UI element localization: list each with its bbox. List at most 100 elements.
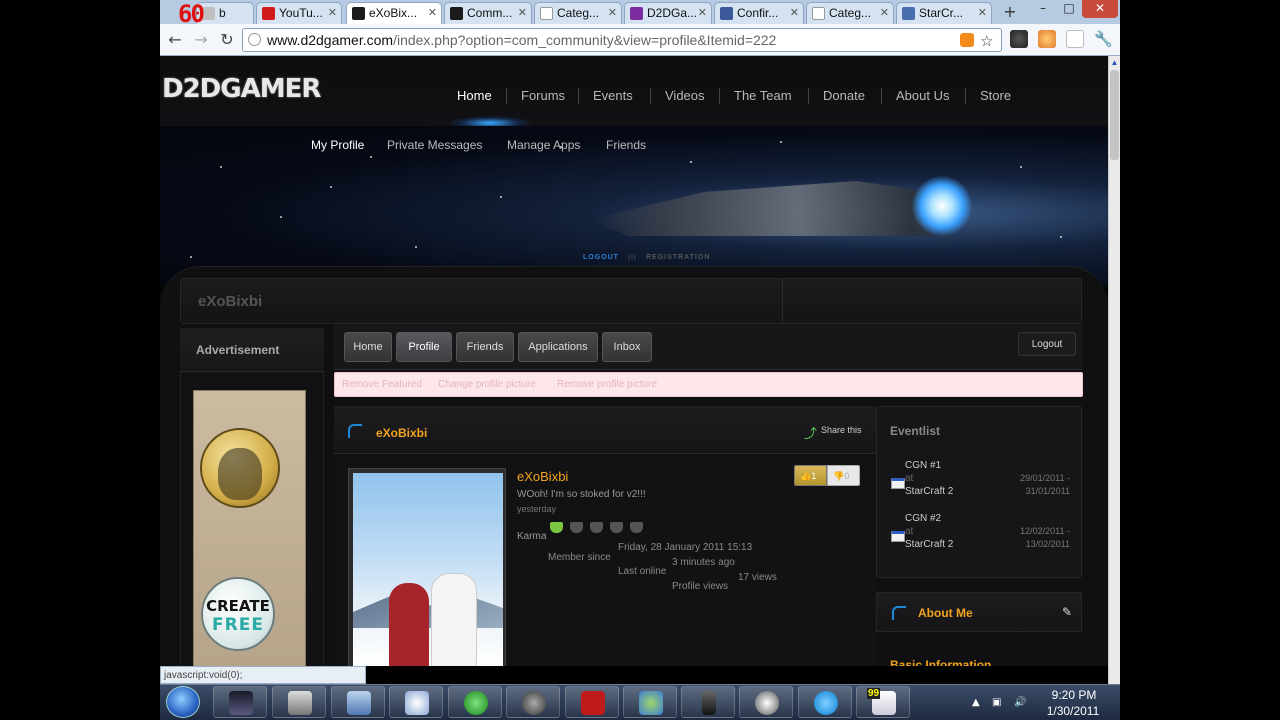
site-header: D2DGAMER Home Forums Events Videos The T… bbox=[160, 56, 1108, 130]
bookmark-star-icon[interactable]: ☆ bbox=[980, 32, 996, 50]
clock-date[interactable]: 1/30/2011 bbox=[1040, 704, 1106, 718]
share-this-link[interactable]: Share this bbox=[821, 425, 862, 435]
karma-label: Karma bbox=[517, 531, 547, 542]
nav-the-team[interactable]: The Team bbox=[734, 88, 792, 103]
browser-tab-active[interactable]: eXoBix... ✕ bbox=[346, 2, 442, 24]
nav-videos[interactable]: Videos bbox=[665, 88, 705, 103]
event-item[interactable]: CGN #1 at StarCraft 2 bbox=[905, 459, 955, 498]
taskbar-messenger[interactable] bbox=[623, 686, 677, 718]
profile-tab-profile[interactable]: Profile bbox=[396, 332, 452, 362]
close-tab-icon[interactable]: ✕ bbox=[328, 6, 337, 19]
close-tab-icon[interactable]: ✕ bbox=[608, 6, 617, 19]
show-hidden-icons-icon[interactable]: ▲ bbox=[972, 697, 984, 709]
network-icon[interactable]: ▣ bbox=[992, 697, 1004, 709]
taskbar-utorrent[interactable] bbox=[448, 686, 502, 718]
nav-donate[interactable]: Donate bbox=[823, 88, 865, 103]
profile-tab-friends[interactable]: Friends bbox=[456, 332, 514, 362]
new-tab-button[interactable]: + bbox=[998, 4, 1022, 22]
close-tab-icon[interactable]: ✕ bbox=[790, 6, 799, 19]
remove-picture-link[interactable]: Remove profile picture bbox=[557, 379, 657, 390]
address-bar[interactable]: www.d2dgamer.com/index.php?option=com_co… bbox=[242, 28, 1002, 52]
avatar[interactable] bbox=[353, 473, 503, 666]
taskbar-mobile[interactable] bbox=[681, 686, 735, 718]
profile-name[interactable]: eXoBixbi bbox=[517, 469, 568, 484]
profile-tab-home[interactable]: Home bbox=[344, 332, 392, 362]
rss-icon[interactable] bbox=[960, 33, 974, 47]
taskbar-explorer[interactable] bbox=[389, 686, 443, 718]
pencil-edit-icon[interactable]: ✎ bbox=[1062, 605, 1072, 619]
nav-forums[interactable]: Forums bbox=[521, 88, 565, 103]
registration-link[interactable]: REGISTRATION bbox=[646, 254, 710, 261]
taskbar-filezilla[interactable] bbox=[565, 686, 619, 718]
scroll-up-icon[interactable]: ▲ bbox=[1110, 58, 1119, 68]
back-button[interactable]: ← bbox=[164, 29, 186, 51]
close-tab-icon[interactable]: ✕ bbox=[698, 6, 707, 19]
taskbar-chat[interactable] bbox=[739, 686, 793, 718]
taskbar-media-player[interactable] bbox=[213, 686, 267, 718]
logout-link[interactable]: LOGOUT bbox=[583, 254, 619, 261]
nav-store[interactable]: Store bbox=[980, 88, 1011, 103]
subnav-private-messages[interactable]: Private Messages bbox=[387, 138, 482, 152]
taskbar-skype[interactable] bbox=[798, 686, 852, 718]
profile-tab-inbox[interactable]: Inbox bbox=[602, 332, 652, 362]
clock-time[interactable]: 9:20 PM bbox=[1046, 688, 1102, 702]
close-tab-icon[interactable]: ✕ bbox=[518, 6, 527, 19]
maximize-button[interactable]: □ bbox=[1056, 0, 1082, 18]
reload-button[interactable]: ↻ bbox=[216, 29, 238, 51]
steam-icon bbox=[522, 691, 546, 715]
extension-orange-icon[interactable] bbox=[1038, 30, 1056, 48]
dislike-button[interactable]: 👎0 bbox=[827, 465, 860, 486]
taskbar-notepad[interactable]: 99 bbox=[856, 686, 910, 718]
messenger-icon bbox=[639, 691, 663, 715]
page-icon bbox=[248, 33, 261, 46]
change-picture-link[interactable]: Change profile picture bbox=[438, 379, 536, 390]
subnav-my-profile[interactable]: My Profile bbox=[311, 138, 364, 152]
forward-button[interactable]: → bbox=[190, 29, 212, 51]
nav-separator bbox=[506, 88, 507, 104]
site-logo[interactable]: D2DGAMER bbox=[162, 74, 321, 104]
calendar-icon bbox=[891, 531, 905, 542]
calendar-icon bbox=[891, 478, 905, 489]
profile-views-label: Profile views bbox=[672, 581, 729, 592]
taskbar-mail[interactable] bbox=[331, 686, 385, 718]
event-item[interactable]: CGN #2 at StarCraft 2 bbox=[905, 512, 955, 551]
taskbar-terminal[interactable] bbox=[272, 686, 326, 718]
browser-tab[interactable]: YouTu... ✕ bbox=[256, 2, 342, 24]
thumbs-down-icon: 👎 bbox=[833, 471, 845, 481]
share-icon[interactable]: ⤴ bbox=[804, 423, 818, 442]
taskbar-steam[interactable] bbox=[506, 686, 560, 718]
browser-tab[interactable]: StarCr... ✕ bbox=[896, 2, 992, 24]
like-button[interactable]: 👍1 bbox=[794, 465, 827, 486]
subnav-friends[interactable]: Friends bbox=[606, 138, 646, 152]
scroll-thumb[interactable] bbox=[1110, 70, 1119, 160]
ad-create-free-button[interactable]: CREATE FREE bbox=[201, 577, 275, 651]
nav-about-us[interactable]: About Us bbox=[896, 88, 949, 103]
profile-tab-applications[interactable]: Applications bbox=[518, 332, 598, 362]
extension-bug-icon[interactable] bbox=[1010, 30, 1028, 48]
volume-icon[interactable]: 🔊 bbox=[1014, 697, 1026, 709]
tray-badge: 99 bbox=[867, 688, 881, 699]
logout-button[interactable]: Logout bbox=[1018, 332, 1076, 356]
subnav-manage-apps[interactable]: Manage Apps bbox=[507, 138, 580, 152]
close-tab-icon[interactable]: ✕ bbox=[428, 6, 437, 19]
wrench-icon[interactable]: 🔧 bbox=[1094, 30, 1113, 48]
browser-tab[interactable]: Confir... ✕ bbox=[714, 2, 804, 24]
karma-icon bbox=[550, 522, 563, 533]
remove-featured-link[interactable]: Remove Featured bbox=[342, 379, 422, 390]
browser-tab[interactable]: Comm... ✕ bbox=[444, 2, 532, 24]
page-scrollbar[interactable]: ▲ bbox=[1108, 56, 1120, 686]
close-tab-icon[interactable]: ✕ bbox=[978, 6, 987, 19]
browser-tab[interactable]: Categ... ✕ bbox=[534, 2, 622, 24]
browser-tab[interactable]: D2DGa... ✕ bbox=[624, 2, 712, 24]
photo-person-red-jacket bbox=[389, 583, 429, 666]
minimize-button[interactable]: – bbox=[1030, 0, 1056, 18]
nav-home[interactable]: Home bbox=[457, 88, 492, 103]
page-menu-icon[interactable] bbox=[1066, 30, 1084, 48]
browser-tab[interactable]: Categ... ✕ bbox=[806, 2, 894, 24]
event-date: 12/02/2011 - 13/02/2011 bbox=[1020, 526, 1070, 549]
close-tab-icon[interactable]: ✕ bbox=[880, 6, 889, 19]
karma-icon bbox=[610, 522, 623, 533]
nav-events[interactable]: Events bbox=[593, 88, 633, 103]
close-window-button[interactable]: ✕ bbox=[1082, 0, 1118, 18]
start-button[interactable] bbox=[166, 686, 200, 718]
